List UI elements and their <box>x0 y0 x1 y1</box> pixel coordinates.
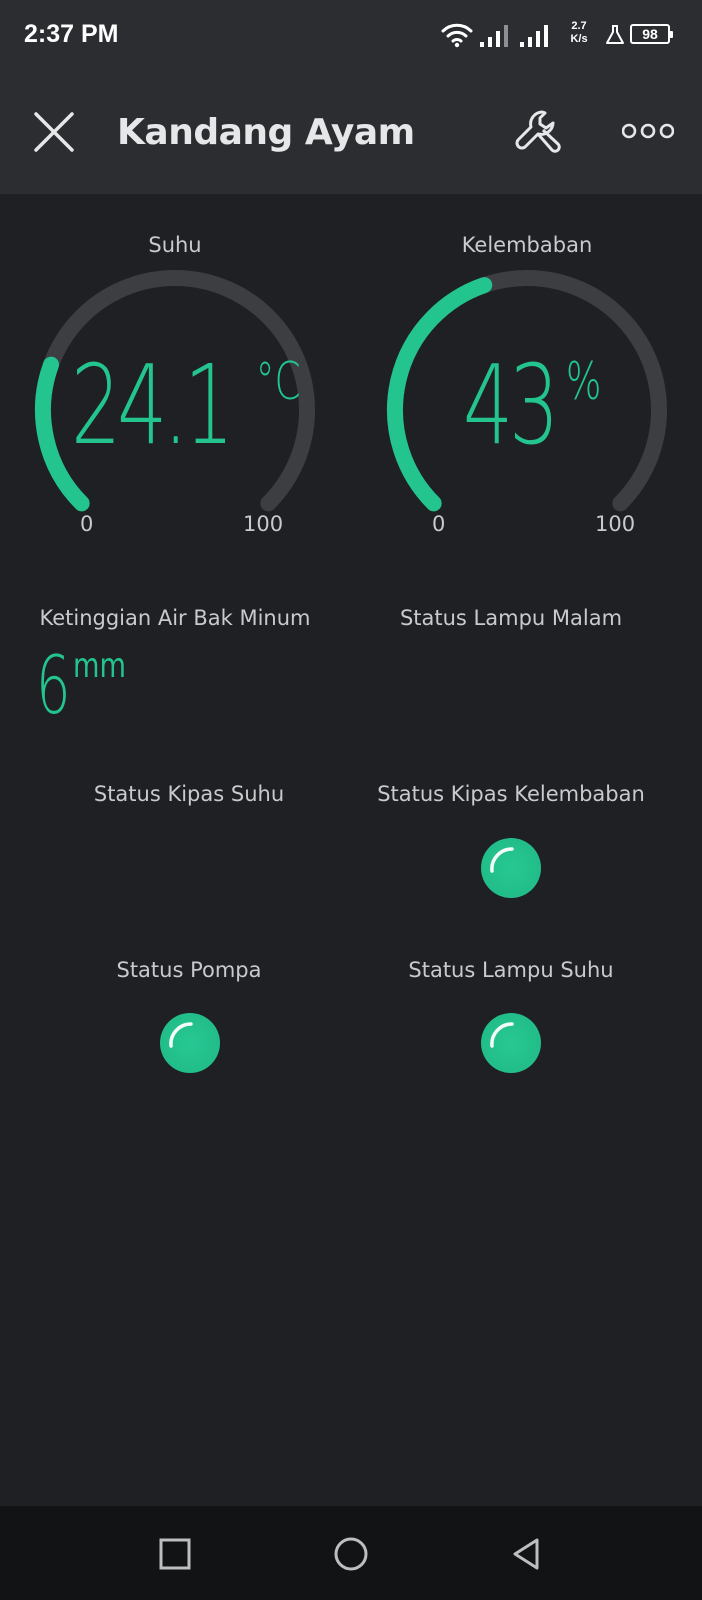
wrench-icon <box>515 110 561 153</box>
page-title: Kandang Ayam <box>117 112 415 153</box>
battery-level: 98 <box>642 26 658 42</box>
network-speed: 2.7 K/s <box>562 20 596 46</box>
ketinggian-air-unit: mm <box>72 646 126 686</box>
close-button[interactable] <box>30 108 78 156</box>
recent-apps-icon <box>159 1538 191 1570</box>
ketinggian-air-value-display[interactable]: 6mm <box>36 646 139 726</box>
lampu-malam-label: Status Lampu Malam <box>399 606 623 630</box>
flask-icon <box>606 25 624 44</box>
kipas-kelembaban-label: Status Kipas Kelembaban <box>377 782 645 806</box>
ketinggian-air-label: Ketinggian Air Bak Minum <box>39 606 311 630</box>
suhu-unit: °C <box>256 352 301 412</box>
led-highlight-icon <box>490 1022 514 1048</box>
kelembaban-gauge[interactable]: 43% 0 100 <box>377 262 677 562</box>
suhu-min: 0 <box>80 512 94 536</box>
back-button[interactable] <box>509 1536 545 1572</box>
suhu-value-display: 24.1 °C <box>25 350 325 460</box>
signal-icon <box>480 25 508 47</box>
kelembaban-value: 43 <box>463 341 559 469</box>
led-highlight-icon <box>490 847 514 873</box>
pompa-led[interactable] <box>160 1013 220 1073</box>
suhu-label: Suhu <box>148 233 202 257</box>
kelembaban-label: Kelembaban <box>461 233 593 257</box>
home-button[interactable] <box>333 1536 369 1572</box>
signal-icon <box>520 25 548 47</box>
battery-icon: 98 <box>630 24 673 44</box>
lampu-suhu-led[interactable] <box>481 1013 541 1073</box>
app-header: Kandang Ayam <box>0 72 702 194</box>
status-bar: 2:37 PM 2.7 K/s 98 <box>0 0 702 72</box>
suhu-gauge[interactable]: 24.1 °C 0 100 <box>25 262 325 562</box>
close-icon <box>34 112 74 152</box>
suhu-max: 100 <box>243 512 284 536</box>
network-speed-unit: K/s <box>570 33 588 45</box>
system-nav-bar <box>0 1506 702 1600</box>
settings-button[interactable] <box>512 106 564 158</box>
kelembaban-unit: % <box>566 352 602 412</box>
back-icon <box>513 1538 539 1570</box>
app-screen: 2:37 PM 2.7 K/s 98 Kandang Ayam Suhu 24.… <box>0 0 702 1600</box>
pompa-label: Status Pompa <box>116 958 262 982</box>
status-time: 2:37 PM <box>24 20 119 48</box>
kipas-kelembaban-led[interactable] <box>481 838 541 898</box>
home-icon <box>334 1537 368 1571</box>
kelembaban-min: 0 <box>432 512 446 536</box>
wifi-icon <box>441 23 473 48</box>
lampu-suhu-label: Status Lampu Suhu <box>408 958 614 982</box>
kipas-suhu-label: Status Kipas Suhu <box>93 782 285 806</box>
suhu-value: 24.1 <box>71 341 234 469</box>
more-horizontal-icon <box>621 123 675 139</box>
kelembaban-max: 100 <box>595 512 636 536</box>
recent-apps-button[interactable] <box>157 1536 193 1572</box>
ketinggian-air-value: 6 <box>36 639 71 732</box>
network-speed-value: 2.7 <box>571 20 587 32</box>
led-highlight-icon <box>169 1022 193 1048</box>
more-options-button[interactable] <box>621 116 675 146</box>
kelembaban-value-display: 43% <box>377 350 677 460</box>
